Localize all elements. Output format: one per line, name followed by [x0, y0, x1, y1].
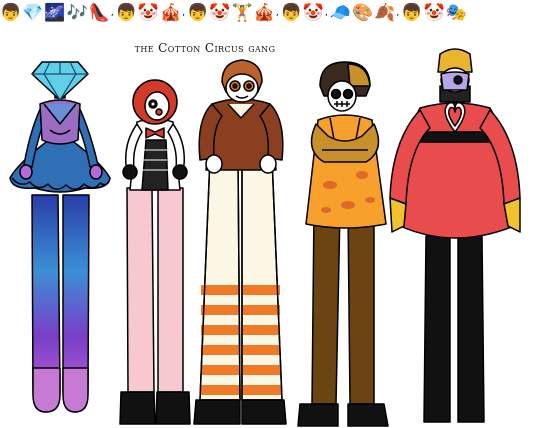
- pink-leg-left: [126, 187, 155, 393]
- black-leg-right: [457, 235, 485, 423]
- cream-pant-left: [199, 157, 241, 401]
- stitched-mouth: [334, 101, 350, 107]
- pink-leg-right: [157, 187, 184, 393]
- hand-right: [172, 164, 188, 180]
- character-red-hair-clown: [119, 79, 191, 425]
- black-boot-right: [347, 403, 389, 427]
- character-heart-dress-clown: [389, 48, 521, 423]
- brown-leg-left: [311, 209, 341, 405]
- black-boot-right: [241, 399, 287, 425]
- character-diamond-clown: [9, 61, 111, 413]
- black-vest: [141, 139, 169, 191]
- black-boot-right: [155, 391, 191, 425]
- hand-right: [89, 164, 103, 180]
- hand-right: [259, 154, 277, 174]
- clown-nose: [155, 108, 163, 116]
- tan-hair: [347, 63, 371, 87]
- eye-left: [330, 88, 342, 100]
- brown-leg-right: [347, 209, 375, 405]
- yellow-glove-left: [389, 197, 407, 233]
- eye: [453, 75, 463, 85]
- black-leg-left: [423, 235, 451, 423]
- character-striped-stilts-clown: [193, 59, 287, 425]
- black-boot-left: [193, 399, 241, 425]
- leg-boot-right: [62, 367, 89, 413]
- black-belt: [419, 131, 491, 143]
- character-lineup: [9, 48, 521, 427]
- leg-boot-left: [32, 367, 61, 413]
- black-boot-left: [297, 403, 339, 427]
- black-boot-left: [119, 391, 156, 425]
- character-autumn-clown: [297, 61, 389, 427]
- hand-left: [205, 154, 223, 174]
- hand-left: [122, 164, 138, 180]
- hand-left: [19, 164, 33, 180]
- cream-pant-right: [241, 157, 283, 401]
- eye-right: [342, 88, 354, 100]
